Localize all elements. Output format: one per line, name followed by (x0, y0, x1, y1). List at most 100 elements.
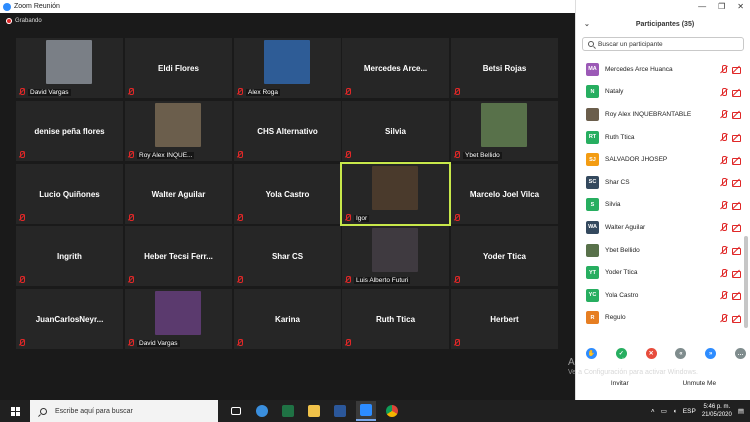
edge-icon[interactable] (252, 401, 272, 421)
video-tile[interactable]: Heber Tecsi Ferr... (125, 226, 232, 286)
tile-name-tag: Igor (354, 215, 370, 222)
participant-row[interactable]: Ybet Bellido (576, 239, 744, 262)
video-off-icon (732, 314, 741, 323)
participant-avatar: MA (586, 62, 599, 76)
video-tile[interactable]: Silvia (342, 101, 449, 161)
video-off-icon (732, 156, 741, 165)
video-tile[interactable]: Mercedes Arce... (342, 38, 449, 98)
recording-indicator[interactable]: Grabando (6, 18, 42, 24)
participant-row[interactable]: SC Shar CS (576, 171, 744, 194)
notifications-icon[interactable]: ▤ (738, 407, 744, 415)
video-tile[interactable]: Luis Alberto Futuri (342, 226, 449, 286)
video-tile[interactable]: Ybet Bellido (451, 101, 558, 161)
tile-participant-name: denise peña flores (34, 126, 105, 136)
participant-row[interactable]: R Regulo (576, 307, 744, 330)
participant-status-icons (720, 65, 741, 75)
window-controls: — ❐ ✕ (576, 0, 750, 13)
participant-row[interactable]: SJ SALVADOR JHOSEP (576, 148, 744, 171)
muted-mic-icon (237, 276, 243, 283)
participant-row[interactable]: YC Yola Castro (576, 284, 744, 307)
video-tile[interactable]: Shar CS (234, 226, 341, 286)
video-tile[interactable]: CHS Alternativo (234, 101, 341, 161)
zoom-taskbar-icon[interactable] (356, 401, 376, 421)
file-explorer-icon[interactable] (304, 401, 324, 421)
video-tile[interactable]: Yola Castro (234, 164, 341, 224)
video-tile[interactable]: Karina (234, 289, 341, 349)
video-off-icon (732, 88, 741, 97)
video-tile[interactable]: David Vargas (16, 38, 123, 98)
video-tile[interactable]: Lucio Quiñones (16, 164, 123, 224)
volume-icon[interactable]: ◖ (673, 408, 677, 415)
muted-mic-icon (345, 276, 351, 283)
tile-participant-name: Walter Aguilar (151, 189, 206, 199)
clock[interactable]: 5:46 p. m. 21/05/2020 (702, 403, 732, 419)
participant-row[interactable]: N Nataly (576, 81, 744, 104)
maximize-icon[interactable]: ❐ (718, 2, 725, 11)
participant-name: Nataly (605, 88, 624, 96)
participant-row[interactable]: MA Mercedes Arce Huanca (576, 58, 744, 81)
mic-muted-icon (720, 291, 728, 300)
language-indicator[interactable]: ESP (683, 408, 696, 415)
mic-muted-icon (720, 223, 728, 232)
participant-row[interactable]: RT Ruth Ttica (576, 126, 744, 149)
unmute-me-button[interactable]: Unmute Me (679, 380, 719, 387)
muted-mic-icon (19, 151, 25, 158)
video-tile[interactable]: Marcelo Joel Vilca (451, 164, 558, 224)
muted-mic-icon (128, 339, 134, 346)
start-button[interactable] (0, 400, 30, 422)
participant-status-icons (720, 313, 741, 323)
network-icon[interactable]: ▭ (661, 407, 667, 415)
video-tile[interactable]: Betsi Rojas (451, 38, 558, 98)
video-off-icon (732, 269, 741, 278)
chrome-icon[interactable] (382, 401, 402, 421)
video-tile[interactable]: Ingrith (16, 226, 123, 286)
video-tile[interactable]: David Vargas (125, 289, 232, 349)
participant-row[interactable]: WA Walter Aguilar (576, 216, 744, 239)
participant-status-icons (720, 110, 741, 120)
video-tile[interactable]: Herbert (451, 289, 558, 349)
tile-participant-name: Eldi Flores (158, 63, 199, 73)
muted-mic-icon (19, 276, 25, 283)
taskbar-search-placeholder: Escribe aquí para buscar (55, 407, 133, 415)
more-icon[interactable]: … (734, 348, 746, 359)
muted-mic-icon (128, 88, 134, 95)
tile-participant-name: Ruth Ttica (375, 314, 416, 324)
video-tile[interactable]: Eldi Flores (125, 38, 232, 98)
close-icon[interactable]: ✕ (737, 2, 744, 11)
taskbar-search-input[interactable]: Escribe aquí para buscar (30, 400, 218, 422)
excel-icon[interactable] (278, 401, 298, 421)
participant-row[interactable]: Roy Alex INQUEBRANTABLE (576, 103, 744, 126)
video-tile[interactable]: denise peña flores (16, 101, 123, 161)
muted-mic-icon (454, 151, 460, 158)
participant-status-icons (720, 223, 741, 233)
participant-status-icons (720, 291, 741, 301)
video-tile[interactable]: Igor (340, 162, 451, 226)
tile-name-tag: David Vargas (137, 340, 180, 347)
participant-avatar: WA (586, 220, 599, 234)
video-tile[interactable]: Yoder Ttica (451, 226, 558, 286)
video-tile[interactable]: Ruth Ttica (342, 289, 449, 349)
muted-mic-icon (19, 88, 25, 95)
participant-search-input[interactable]: Buscar un participante (582, 37, 744, 51)
tile-participant-name: Marcelo Joel Vilca (469, 189, 540, 199)
muted-mic-icon (345, 151, 351, 158)
system-tray: ˄ ▭ ◖ ESP 5:46 p. m. 21/05/2020 ▤ (651, 403, 750, 419)
panel-scrollbar[interactable] (744, 236, 748, 328)
participant-row[interactable]: S Silvia (576, 194, 744, 217)
faster-icon[interactable]: » (705, 348, 717, 359)
collapse-chevron-icon[interactable]: ⌄ (584, 20, 598, 28)
video-tile[interactable]: Walter Aguilar (125, 164, 232, 224)
word-icon[interactable] (330, 401, 350, 421)
participant-name: Walter Aguilar (605, 223, 646, 231)
invite-button[interactable]: Invitar (608, 380, 632, 387)
task-view-icon[interactable] (226, 401, 246, 421)
minimize-icon[interactable]: — (698, 2, 706, 11)
video-tile[interactable]: Alex Roga (234, 38, 341, 98)
participant-list: MA Mercedes Arce Huanca N Nataly Roy Alex IN… (576, 58, 744, 329)
tray-chevron-icon[interactable]: ˄ (651, 408, 655, 415)
participant-name: Ybet Bellido (605, 246, 640, 254)
video-tile[interactable]: JuanCarlosNeyr... (16, 289, 123, 349)
video-off-icon (732, 201, 741, 210)
video-tile[interactable]: Roy Alex INQUE... (125, 101, 232, 161)
participant-row[interactable]: YT Yoder Ttica (576, 261, 744, 284)
